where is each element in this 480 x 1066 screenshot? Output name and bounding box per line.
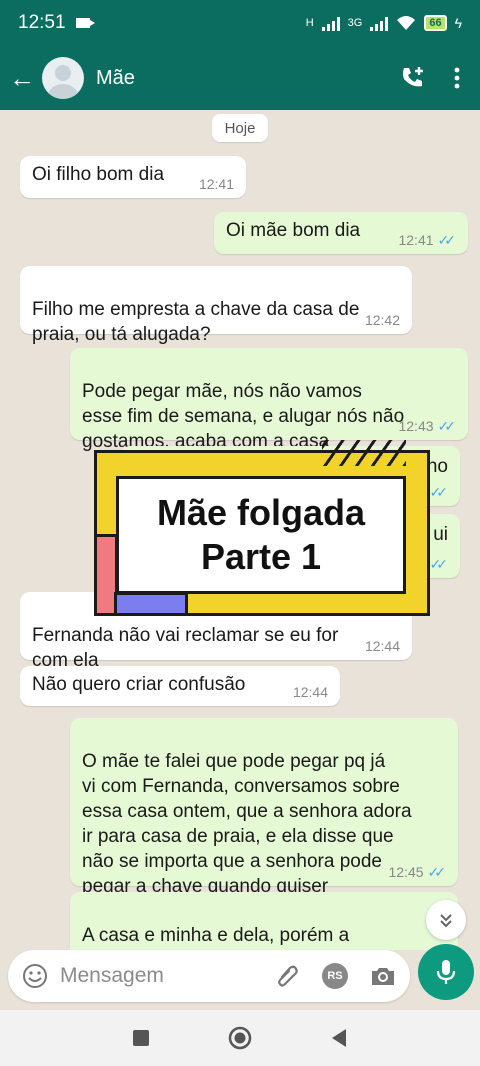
recents-icon[interactable] [132,1029,150,1047]
message-text: Fernanda não vai reclamar se eu for com … [32,625,339,671]
message-outgoing[interactable]: Pode pegar mãe, nós não vamos esse fim d… [70,348,468,452]
overlay-title-line2: Parte 1 [200,536,322,577]
message-outgoing[interactable]: A casa e minha e dela, porém a senhora e… [70,892,458,950]
composer: Mensagem RS [0,944,480,1010]
mic-icon [436,960,456,984]
camera-icon[interactable] [370,965,396,987]
emoji-icon[interactable] [22,963,48,989]
overlay-blue-block [114,592,188,616]
hidden-text-fragment: no [426,456,448,477]
back-arrow-icon[interactable]: ← [2,63,42,94]
home-icon[interactable] [228,1026,252,1050]
message-text: Oi mãe bom dia [226,220,361,241]
wifi-icon [397,16,416,30]
message-incoming[interactable]: Filho me empresta a chave da casa de pra… [20,266,412,345]
overlay-stripes [322,440,406,466]
overlay-title-line1: Mãe folgada [156,492,366,533]
message-placeholder: Mensagem [60,964,164,987]
mic-button[interactable] [418,944,474,1000]
contact-name[interactable]: Mãe [96,67,135,90]
signal-1-icon [321,15,340,31]
back-icon[interactable] [330,1028,348,1048]
message-incoming[interactable]: Oi filho bom dia 12:41 [20,156,246,198]
battery-icon: 66 [424,15,447,31]
read-ticks-icon: ✓✓ [437,418,457,434]
message-time: 12:41 [198,176,234,192]
add-call-icon[interactable] [400,65,426,91]
network-h-label: H [305,17,314,29]
message-input[interactable]: Mensagem RS [8,950,410,1002]
hidden-text-fragment: ui [433,524,448,545]
message-incoming[interactable]: Não quero criar confusão 12:44 [20,666,340,706]
contact-avatar[interactable] [42,57,84,99]
read-ticks-icon: ✓✓ [429,484,449,500]
charging-icon: ϟ [454,15,462,31]
message-text: Oi filho bom dia [32,164,165,185]
chat-header: ← Mãe [0,46,480,110]
system-nav-bar [0,1010,480,1066]
message-time: 12:43 [398,418,434,434]
message-text: Não quero criar confusão [32,674,246,695]
status-bar: 12:51 H 3G 66 ϟ [0,0,480,46]
message-text: Filho me empresta a chave da casa de pra… [32,299,360,345]
message-outgoing[interactable]: O mãe te falei que pode pegar pq já vi c… [70,718,458,897]
message-time: 12:44 [292,684,328,700]
signal-2-icon [370,15,389,31]
message-time: 12:44 [364,638,400,654]
chevron-double-down-icon [440,914,452,928]
message-text: O mãe te falei que pode pegar pq já vi c… [82,751,412,897]
message-time: 12:42 [364,312,400,328]
read-ticks-icon: ✓✓ [437,232,457,248]
message-text: A casa e minha e dela, porém a senhora e… [82,925,350,946]
date-chip: Hoje [212,114,268,142]
attach-icon[interactable] [276,963,300,989]
screen-record-icon [75,18,95,28]
message-time: 12:45 [388,864,424,880]
read-ticks-icon: ✓✓ [427,864,447,880]
network-3g-label: 3G [347,17,363,29]
payment-rs-icon[interactable]: RS [322,963,348,989]
status-time: 12:51 [18,12,66,33]
read-ticks-icon: ✓✓ [429,556,449,572]
scroll-down-button[interactable] [426,900,466,940]
more-options-icon[interactable] [454,67,460,89]
overlay-title-box: Mãe folgada Parte 1 [116,476,406,594]
title-card-overlay: Mãe folgada Parte 1 [94,440,430,616]
message-time: 12:41 [398,232,434,248]
message-outgoing[interactable]: Oi mãe bom dia 12:41 ✓✓ [214,212,468,254]
